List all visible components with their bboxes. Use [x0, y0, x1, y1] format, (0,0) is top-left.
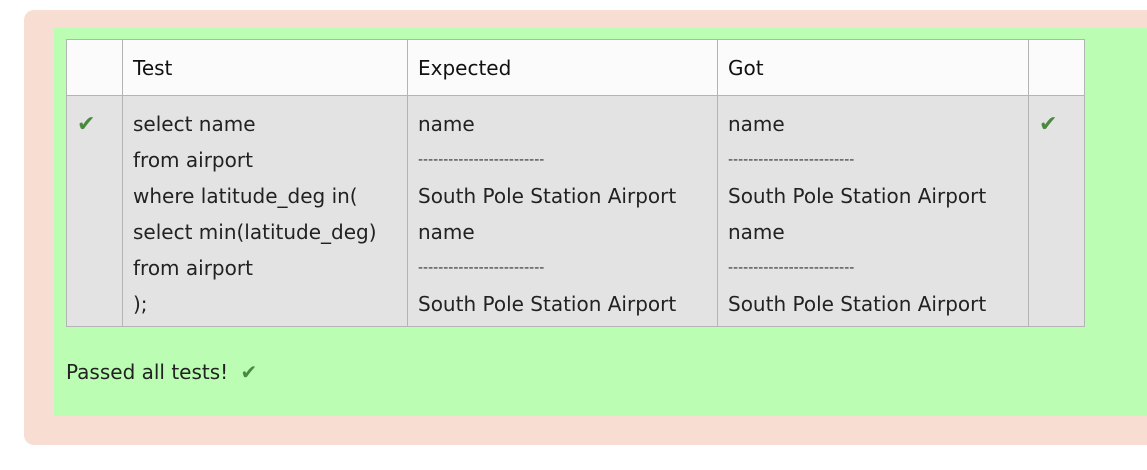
summary-message: Passed all tests! ✔: [66, 360, 257, 384]
got-line: South Pole Station Airport: [728, 184, 987, 208]
got-line: -------------------------: [728, 260, 855, 276]
test-line: );: [133, 292, 148, 316]
test-line: from airport: [133, 256, 253, 280]
header-expected: Expected: [407, 39, 718, 96]
test-cell: select name from airport where latitude_…: [122, 95, 408, 327]
header-test: Test: [122, 39, 408, 96]
expected-line: -------------------------: [418, 260, 545, 276]
header-blank-2: [1028, 39, 1085, 96]
test-line: where latitude_deg in(: [133, 184, 358, 208]
got-line: -------------------------: [728, 152, 855, 168]
got-line: name: [728, 220, 785, 244]
expected-cell: name ------------------------- South Pol…: [407, 95, 718, 327]
expected-line: name: [418, 220, 475, 244]
summary-text: Passed all tests!: [66, 360, 229, 384]
expected-line: South Pole Station Airport: [418, 292, 677, 316]
row-status-cell: ✔: [66, 95, 123, 327]
expected-line: -------------------------: [418, 152, 545, 168]
test-line: from airport: [133, 148, 253, 172]
check-icon: ✔: [240, 360, 258, 384]
test-line: select min(latitude_deg): [133, 220, 377, 244]
check-icon: ✔: [77, 112, 96, 137]
expected-line: South Pole Station Airport: [418, 184, 677, 208]
table-header-row: Test Expected Got: [66, 39, 1085, 96]
row-result-cell: ✔: [1028, 95, 1085, 327]
header-got: Got: [717, 39, 1029, 96]
test-line: select name: [133, 112, 256, 136]
got-line: name: [728, 112, 785, 136]
expected-line: name: [418, 112, 475, 136]
got-line: South Pole Station Airport: [728, 292, 987, 316]
got-cell: name ------------------------- South Pol…: [717, 95, 1029, 327]
header-blank: [66, 39, 123, 96]
table-row: ✔ select name from airport where latitud…: [66, 95, 1085, 327]
results-table: Test Expected Got ✔ select name from air…: [66, 39, 1085, 327]
check-icon: ✔: [1039, 112, 1058, 137]
